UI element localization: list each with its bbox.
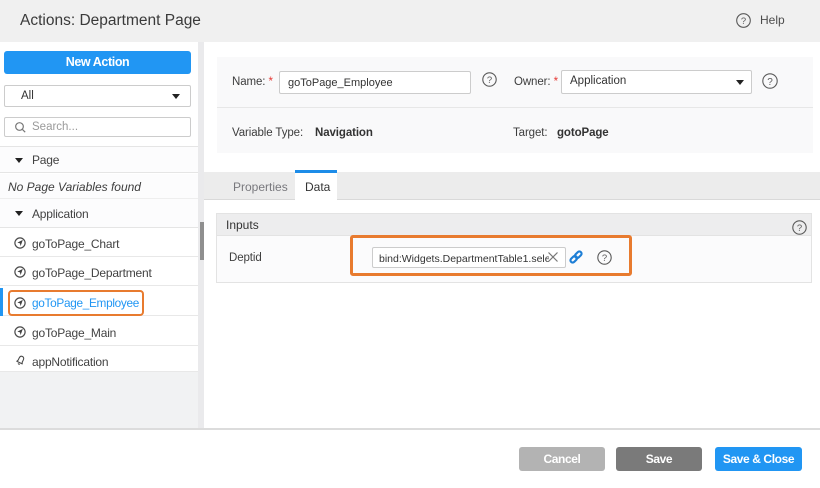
svg-text:?: ?: [602, 253, 607, 264]
svg-text:?: ?: [797, 223, 802, 234]
svg-text:?: ?: [741, 16, 746, 27]
svg-text:?: ?: [767, 77, 773, 88]
svg-text:?: ?: [487, 75, 492, 86]
